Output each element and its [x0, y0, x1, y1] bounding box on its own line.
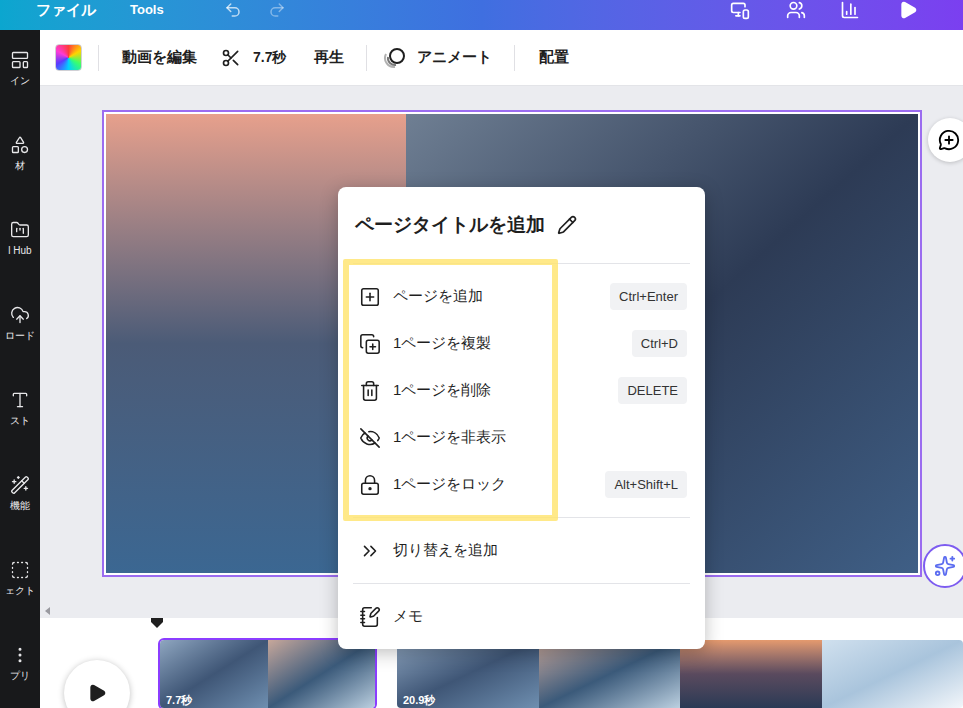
scroll-left-icon[interactable] — [45, 607, 50, 615]
sidebar-item-icon — [10, 220, 30, 240]
undo-icon[interactable] — [224, 1, 242, 19]
collaborators-icon[interactable] — [786, 0, 806, 20]
device-icon[interactable] — [730, 0, 750, 20]
shortcut-badge: DELETE — [618, 377, 687, 405]
toolbar: 動画を編集 7.7秒 再生 アニメート 配置 — [40, 30, 963, 86]
top-bar: ファイル Tools — [0, 0, 963, 30]
menu-item-icon — [359, 380, 381, 402]
sidebar-item[interactable]: ェクト — [0, 540, 40, 625]
position-button[interactable]: 配置 — [539, 46, 569, 69]
menu-item-icon — [359, 427, 381, 449]
animate-button[interactable]: アニメート — [417, 46, 492, 69]
top-menu-item[interactable]: Tools — [130, 1, 164, 19]
clip-duration: 20.9秒 — [403, 694, 435, 707]
shortcut-badge: Ctrl+Enter — [610, 283, 687, 311]
sidebar-item[interactable]: l Hub — [0, 200, 40, 285]
play-button[interactable]: 再生 — [314, 46, 344, 69]
pencil-icon — [557, 215, 577, 235]
menu-item[interactable]: 1ページを非表示 — [338, 414, 705, 461]
color-swatch[interactable] — [55, 44, 82, 71]
menu-item[interactable]: 1ページを削除DELETE — [338, 367, 705, 414]
magic-icon — [934, 555, 956, 577]
clip-duration: 7.7秒 — [166, 694, 192, 707]
magic-button[interactable] — [923, 544, 963, 588]
sidebar-item[interactable]: ロード — [0, 285, 40, 370]
insights-icon[interactable] — [840, 0, 860, 20]
edit-video-button[interactable]: 動画を編集 — [122, 46, 197, 69]
duration-button[interactable]: 7.7秒 — [253, 47, 286, 68]
sidebar-item-icon — [10, 50, 30, 70]
shortcut-badge: Ctrl+D — [632, 330, 687, 358]
comment-icon — [938, 129, 960, 151]
menu-item-icon — [359, 474, 381, 496]
playhead-icon[interactable] — [151, 618, 163, 628]
sidebar-item[interactable]: 材 — [0, 115, 40, 200]
sidebar-item[interactable]: 機能 — [0, 455, 40, 540]
comment-button[interactable] — [928, 118, 963, 162]
menu-item-icon — [359, 333, 381, 355]
sidebar-item-icon — [10, 475, 30, 495]
page-title-button[interactable]: ページタイトルを追加 — [338, 187, 705, 263]
sidebar-item-icon — [10, 305, 30, 325]
menu-item[interactable]: 切り替えを追加 — [338, 527, 705, 574]
top-menu-item[interactable]: ファイル — [36, 1, 96, 19]
sidebar: イン材l Hubロードスト機能ェクトプリ — [0, 30, 40, 708]
redo-icon[interactable] — [268, 1, 286, 19]
menu-item[interactable]: メモ — [338, 593, 705, 640]
canva-editor: ファイル Tools イン材l Hubロードスト機能ェクトプリ 動画を編集 7.7秒 再生… — [0, 0, 963, 708]
sidebar-item[interactable]: スト — [0, 370, 40, 455]
menu-item[interactable]: 1ページをロックAlt+Shift+L — [338, 461, 705, 508]
context-menu: ページタイトルを追加ページを追加Ctrl+Enter1ページを複製Ctrl+D1… — [338, 187, 705, 649]
sidebar-item-icon — [10, 135, 30, 155]
menu-item-icon — [359, 540, 381, 562]
present-icon[interactable] — [898, 0, 918, 20]
sidebar-item-icon — [10, 645, 30, 665]
sidebar-item-icon — [10, 390, 30, 410]
menu-item[interactable]: ページを追加Ctrl+Enter — [338, 273, 705, 320]
menu-item[interactable]: 1ページを複製Ctrl+D — [338, 320, 705, 367]
sidebar-item-icon — [10, 560, 30, 580]
sidebar-item[interactable]: プリ — [0, 625, 40, 708]
shortcut-badge: Alt+Shift+L — [605, 471, 687, 499]
menu-item-icon — [359, 286, 381, 308]
timeline-play-button[interactable] — [64, 660, 130, 708]
menu-item-icon — [359, 606, 381, 628]
scissors-icon[interactable] — [221, 48, 241, 68]
play-icon — [87, 683, 107, 703]
animate-icon — [383, 46, 407, 70]
sidebar-item[interactable]: イン — [0, 30, 40, 115]
